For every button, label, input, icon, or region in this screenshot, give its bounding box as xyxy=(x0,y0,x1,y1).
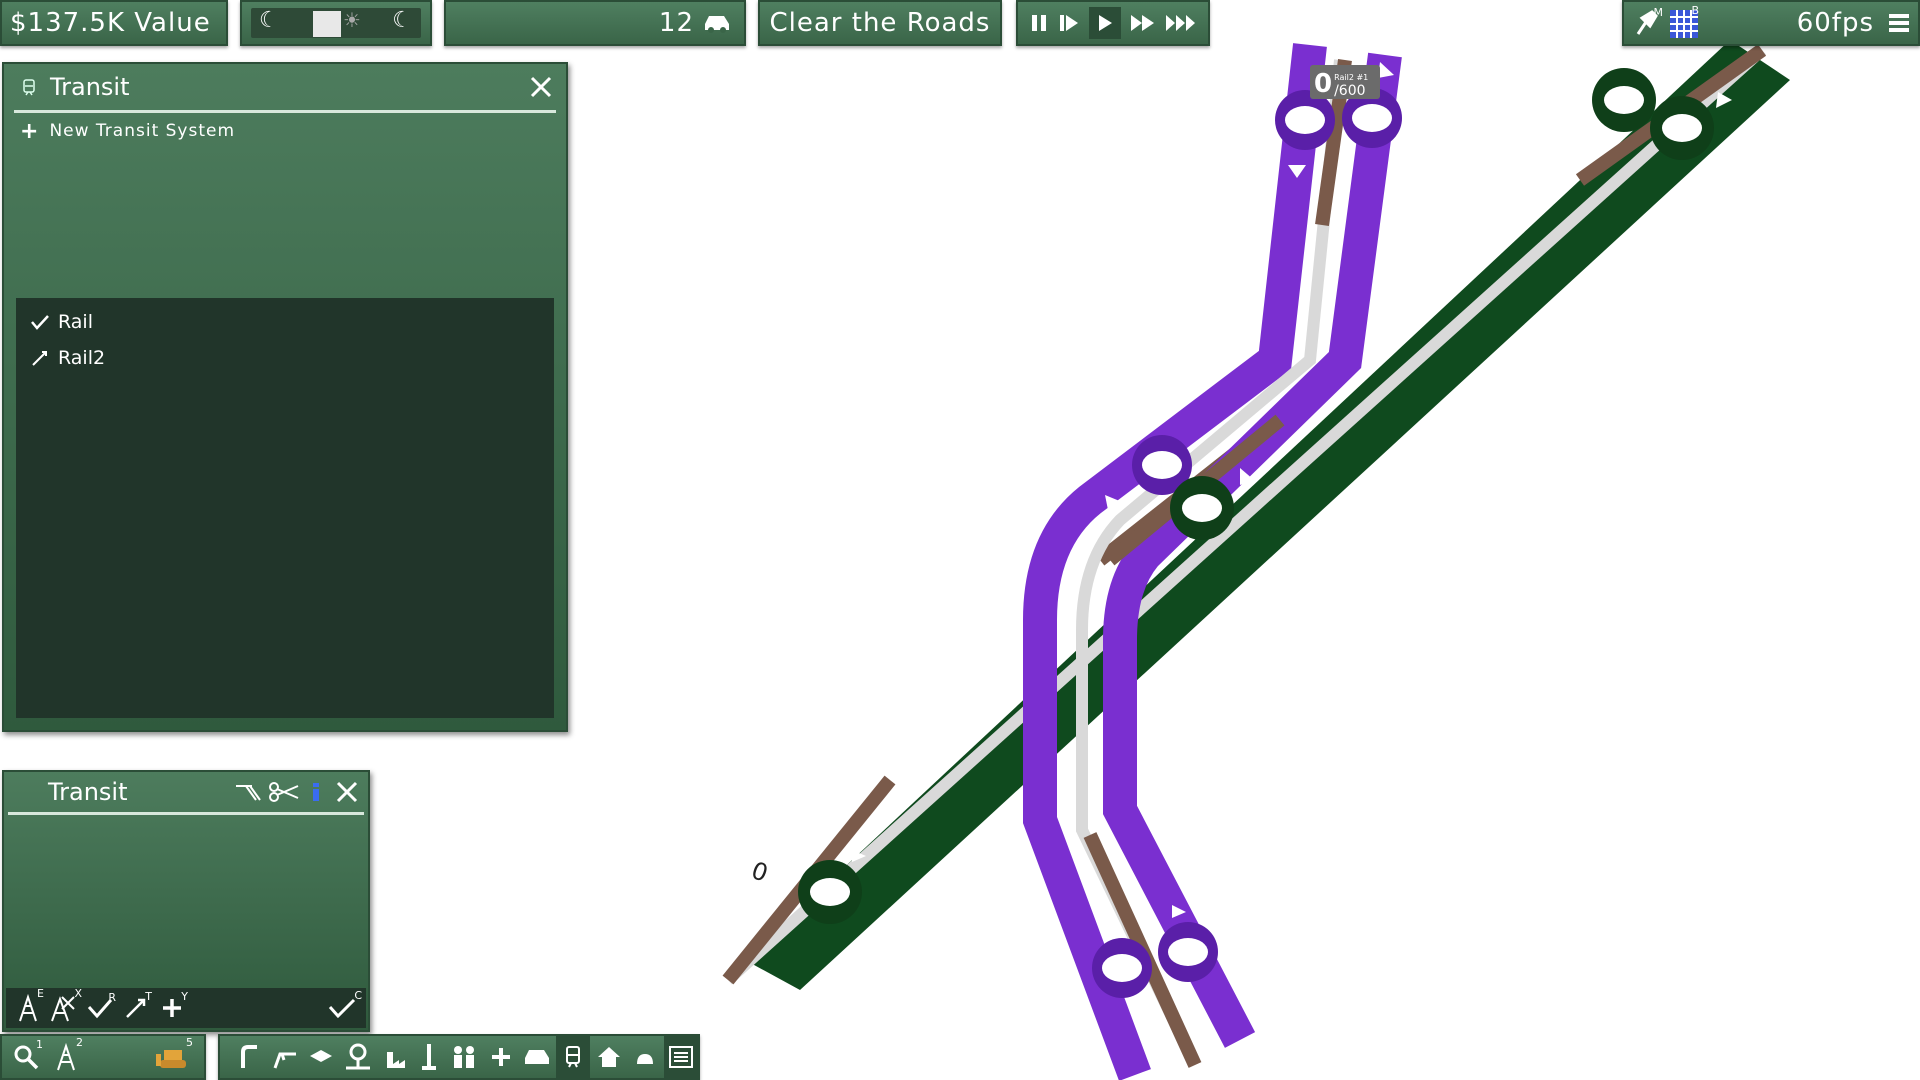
close-icon[interactable] xyxy=(336,781,358,803)
confirm-icon[interactable]: C xyxy=(328,989,362,1019)
close-icon[interactable] xyxy=(530,76,552,98)
transit-tool-title: Transit xyxy=(48,778,128,806)
new-transit-system-label: New Transit System xyxy=(49,121,236,141)
scissors-icon[interactable] xyxy=(268,780,300,804)
transit-tool-toolbar: E X R T Y C xyxy=(6,987,366,1028)
time-slider-handle[interactable] xyxy=(313,11,341,37)
traffic-icon[interactable] xyxy=(520,1034,554,1080)
grid-icon[interactable]: B xyxy=(1670,4,1699,38)
road-hotkey: 2 xyxy=(76,1036,84,1049)
top-right-status[interactable]: M B 60fps xyxy=(1622,0,1920,46)
transit-tool-panel: Transit E X R T Y C xyxy=(2,770,370,1032)
checkmark-icon xyxy=(28,314,52,330)
clear-roads-label: Clear the Roads xyxy=(769,8,991,38)
grid-hotkey: B xyxy=(1691,4,1700,17)
city-value-display[interactable]: $137.5K Value xyxy=(0,0,228,46)
transit-tool-header: Transit xyxy=(8,772,364,815)
industry-icon[interactable] xyxy=(376,1034,410,1080)
bulldozer-icon[interactable]: 5 xyxy=(156,1036,193,1070)
green-transit-line[interactable] xyxy=(722,40,1790,990)
pin-icon[interactable]: M xyxy=(1632,6,1663,38)
housing-icon[interactable] xyxy=(592,1034,626,1080)
weather-icon[interactable] xyxy=(628,1034,662,1080)
stop-capacity-label: 0 Rail2 #1 /600 xyxy=(1310,65,1380,99)
sun-icon: ☀ xyxy=(343,8,362,32)
fps-counter: 60fps xyxy=(1796,8,1874,38)
add-stop-icon[interactable]: Y xyxy=(154,990,190,1020)
transit-panel-title: Transit xyxy=(50,73,130,101)
transit-system-list: Rail Rail2 xyxy=(16,298,554,718)
add-hotkey: Y xyxy=(181,990,188,1003)
time-of-day-slider[interactable]: ☾ ☀ ☾ xyxy=(240,0,432,46)
play-icon[interactable] xyxy=(1088,7,1121,39)
train-icon xyxy=(22,78,36,96)
info-icon[interactable] xyxy=(308,781,324,803)
bulldoze-hotkey: 5 xyxy=(186,1036,194,1049)
transit-system-label: Rail2 xyxy=(58,347,106,369)
transit-panel-header: Transit xyxy=(14,64,556,113)
edit-line-icon xyxy=(28,349,52,367)
transit-system-item-rail2[interactable]: Rail2 xyxy=(16,340,554,376)
stop-waiting-count: 0 xyxy=(1314,69,1333,99)
rail-tool-icon[interactable] xyxy=(234,780,264,804)
vehicle-count-display[interactable]: 12 xyxy=(444,0,746,46)
new-transit-system-button[interactable]: + New Transit System xyxy=(4,113,566,149)
transit-system-item-rail[interactable]: Rail xyxy=(16,304,554,340)
car-icon xyxy=(702,12,732,34)
parks-icon[interactable] xyxy=(340,1034,374,1080)
build-track-icon[interactable]: E xyxy=(10,987,46,1023)
transit-system-label: Rail xyxy=(58,311,93,333)
road-tool-icon[interactable]: 2 xyxy=(46,1036,86,1072)
done-hotkey: R xyxy=(108,991,116,1004)
transit-panel: Transit + New Transit System Rail Rail2 xyxy=(2,62,568,732)
vehicle-count: 12 xyxy=(658,8,694,38)
checkmark-icon[interactable]: R xyxy=(82,991,118,1019)
moon-icon: ☾ xyxy=(259,8,280,33)
step-forward-icon[interactable] xyxy=(1058,13,1080,33)
moon-icon: ☾ xyxy=(392,8,413,33)
fast-forward-icon[interactable] xyxy=(1130,13,1156,33)
pause-icon[interactable] xyxy=(1029,13,1049,33)
population-icon[interactable] xyxy=(448,1034,482,1080)
edit-hotkey: T xyxy=(145,990,152,1003)
game-speed-controls[interactable] xyxy=(1016,0,1210,46)
clear-roads-button[interactable]: Clear the Roads xyxy=(758,0,1002,46)
plus-icon: + xyxy=(20,118,40,144)
stop-capacity: /600 xyxy=(1334,83,1366,99)
stop-line-name: Rail2 #1 xyxy=(1334,73,1369,82)
remove-track-icon[interactable]: X xyxy=(46,987,82,1023)
remove-hotkey: X xyxy=(74,987,82,1000)
landmark-icon[interactable] xyxy=(412,1034,446,1080)
road-icon[interactable] xyxy=(232,1034,266,1080)
confirm-hotkey: C xyxy=(354,989,362,1002)
build-hotkey: E xyxy=(37,987,44,1000)
menu-icon[interactable] xyxy=(1888,12,1910,34)
health-icon[interactable] xyxy=(484,1034,518,1080)
bottom-main-toolbar xyxy=(218,1034,700,1080)
education-icon[interactable] xyxy=(304,1034,338,1080)
pin-hotkey: M xyxy=(1653,6,1664,19)
edit-line-icon[interactable]: T xyxy=(118,990,154,1020)
search-hotkey: 1 xyxy=(36,1038,44,1051)
search-icon[interactable]: 1 xyxy=(6,1038,46,1070)
transit-tool-icon[interactable] xyxy=(556,1034,590,1080)
fastest-forward-icon[interactable] xyxy=(1165,13,1197,33)
city-value-text: $137.5K Value xyxy=(10,8,211,38)
amenities-icon[interactable] xyxy=(268,1034,302,1080)
bottom-left-toolbar: 1 2 5 xyxy=(0,1034,206,1080)
newspaper-icon[interactable] xyxy=(664,1034,698,1080)
